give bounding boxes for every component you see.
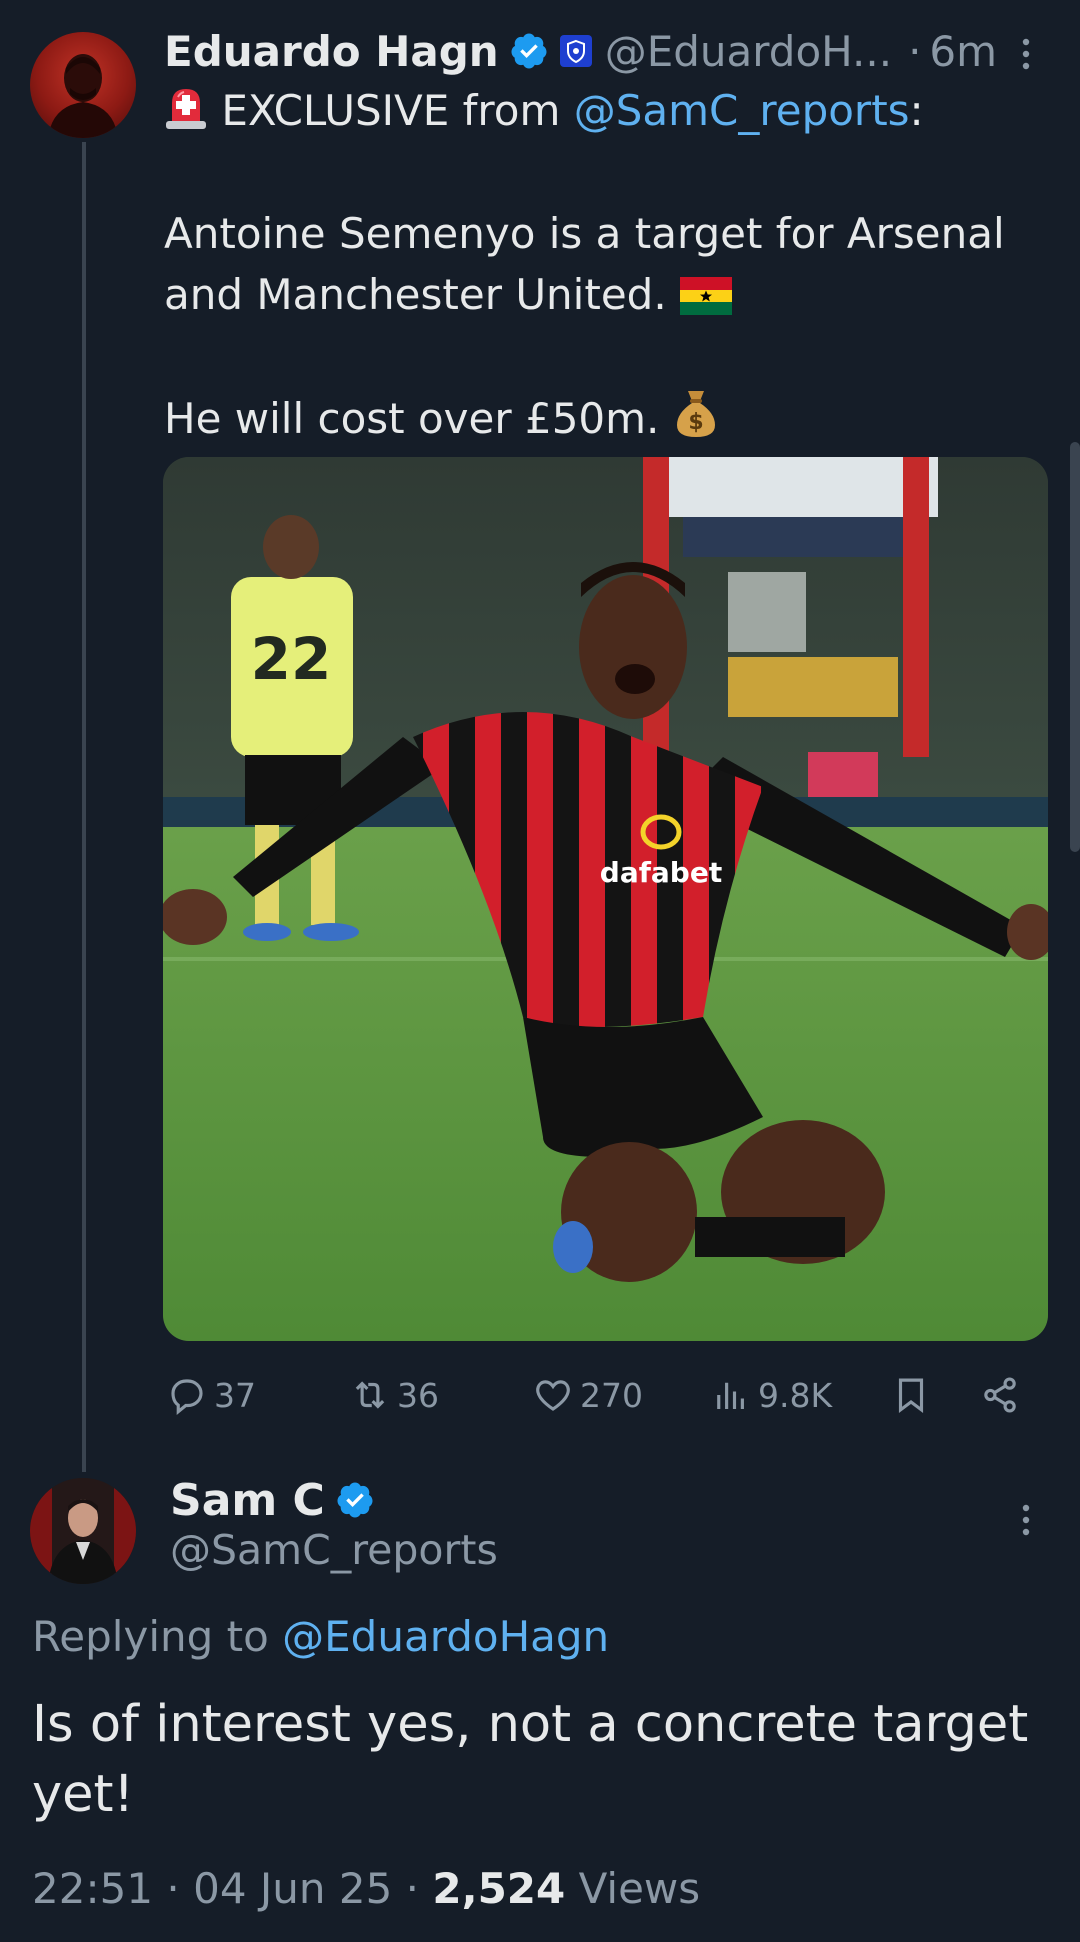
repost-icon xyxy=(355,1381,385,1409)
tweet-thread-page: Eduardo Hagn @EduardoH... · 6m EXCLUSIVE… xyxy=(0,0,1080,1942)
repost-button[interactable]: 36 xyxy=(349,1370,439,1420)
reply-author-header: Sam C xyxy=(170,1470,375,1530)
repost-count: 36 xyxy=(397,1375,439,1415)
avatar[interactable] xyxy=(30,1478,136,1584)
reply-count: 37 xyxy=(214,1375,256,1415)
reply-date[interactable]: 04 Jun 25 xyxy=(193,1864,392,1913)
meta-separator: · xyxy=(392,1864,433,1913)
replying-prefix: Replying to xyxy=(32,1612,283,1661)
tweet-time[interactable]: 6m xyxy=(929,27,997,76)
more-options-icon[interactable] xyxy=(1016,1500,1036,1540)
header-separator: · xyxy=(908,26,922,76)
tweet-line-3-text: and Manchester United. xyxy=(164,270,681,319)
analytics-icon xyxy=(717,1382,744,1409)
tweet-exclusive-suffix: : xyxy=(909,86,924,135)
reply-icon xyxy=(171,1379,203,1415)
views-button[interactable]: 9.8K xyxy=(710,1370,832,1420)
money-bag-emoji-icon: $ xyxy=(673,387,719,455)
reply-time[interactable]: 22:51 xyxy=(32,1864,153,1913)
mention-link[interactable]: @SamC_reports xyxy=(574,86,910,135)
bookmark-button[interactable] xyxy=(890,1370,938,1420)
jersey-sponsor: dafabet xyxy=(600,856,722,889)
player-number: 22 xyxy=(251,625,332,693)
verified-badge-icon xyxy=(335,1480,375,1520)
tweet-action-bar: 37 36 270 9.8K xyxy=(166,1370,1046,1420)
tweet-header: Eduardo Hagn @EduardoH... · 6m xyxy=(164,20,1044,82)
affiliate-shield-icon[interactable] xyxy=(559,34,593,68)
like-count: 270 xyxy=(580,1375,643,1415)
share-icon xyxy=(984,1377,1016,1413)
tweet-line-4-text: He will cost over £50m. xyxy=(164,394,673,443)
svg-text:$: $ xyxy=(688,410,703,435)
reply-metadata: 22:51 · 04 Jun 25 · 2,524 Views xyxy=(32,1864,700,1913)
tweet-exclusive-prefix: EXCLUSIVE from xyxy=(208,86,574,135)
ghana-flag-icon xyxy=(680,270,733,331)
meta-separator: · xyxy=(153,1864,194,1913)
tweet-line-2: Antoine Semenyo is a target for Arsenal xyxy=(164,209,1005,258)
bookmark-icon xyxy=(898,1378,924,1414)
thread-connector-line xyxy=(82,142,86,1472)
tweet-line-3: and Manchester United. xyxy=(164,264,1044,325)
tweet-line-4: He will cost over £50m. $ xyxy=(164,387,1044,448)
replying-mention-link[interactable]: @EduardoHagn xyxy=(282,1612,609,1661)
avatar[interactable] xyxy=(30,32,136,138)
scrollbar[interactable] xyxy=(1070,442,1080,852)
rotating-light-emoji-icon xyxy=(164,83,208,147)
reply-button[interactable]: 37 xyxy=(166,1370,256,1420)
reply-author-name[interactable]: Sam C xyxy=(170,1475,325,1526)
author-handle[interactable]: @EduardoH... xyxy=(605,27,892,76)
reply-body: Is of interest yes, not a concrete targe… xyxy=(32,1695,1029,1824)
author-name[interactable]: Eduardo Hagn xyxy=(164,27,499,76)
verified-badge-icon xyxy=(509,31,549,71)
tweet-media-photo[interactable]: 22 dafabet xyxy=(163,457,1048,1341)
avatar-portrait-image xyxy=(30,1478,136,1584)
reply-author-handle[interactable]: @SamC_reports xyxy=(170,1526,498,1574)
tweet-line-exclusive: EXCLUSIVE from @SamC_reports: xyxy=(164,80,1044,141)
replying-to-label: Replying to @EduardoHagn xyxy=(32,1612,609,1661)
share-button[interactable] xyxy=(979,1370,1027,1420)
heart-icon xyxy=(536,1380,570,1411)
football-celebration-photo: 22 dafabet xyxy=(163,457,1048,1341)
reply-views-label: Views xyxy=(565,1864,701,1913)
tweet-body: EXCLUSIVE from @SamC_reports: Antoine Se… xyxy=(164,80,1044,448)
view-count: 9.8K xyxy=(758,1375,833,1415)
reply-views-count[interactable]: 2,524 xyxy=(432,1864,565,1913)
like-button[interactable]: 270 xyxy=(532,1370,643,1420)
avatar-portrait-image xyxy=(48,54,118,138)
more-options-icon[interactable] xyxy=(1016,34,1036,74)
